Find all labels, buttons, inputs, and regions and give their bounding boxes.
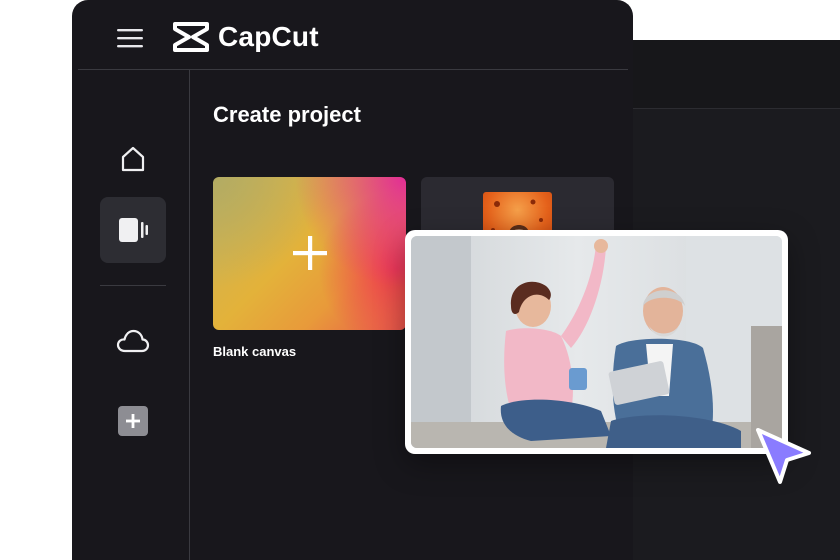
video-project-icon [119,218,148,242]
page-title: Create project [213,102,361,127]
sidebar [72,70,190,560]
sidebar-item-cloud[interactable] [100,308,166,374]
cloud-icon [116,329,150,353]
sidebar-item-home[interactable] [100,126,166,192]
plus-square-icon [118,406,148,436]
capcut-logo-icon [173,22,209,52]
sidebar-item-projects[interactable] [100,197,166,263]
background-window-topbar [600,40,840,109]
home-icon [121,146,145,172]
brand-name: CapCut [218,21,319,52]
capcut-logo[interactable]: CapCut [172,20,319,54]
plus-icon [293,236,327,270]
blank-canvas-card[interactable] [213,177,406,330]
photo-frame [405,230,788,454]
app-header: CapCut [72,0,633,69]
blank-canvas-label: Blank canvas [213,344,297,359]
couple-laughing-photo [411,236,782,448]
pointer-cursor-icon [756,428,811,484]
sidebar-separator [100,285,166,286]
sidebar-item-new[interactable] [100,388,166,454]
hamburger-menu-icon[interactable] [117,26,143,50]
